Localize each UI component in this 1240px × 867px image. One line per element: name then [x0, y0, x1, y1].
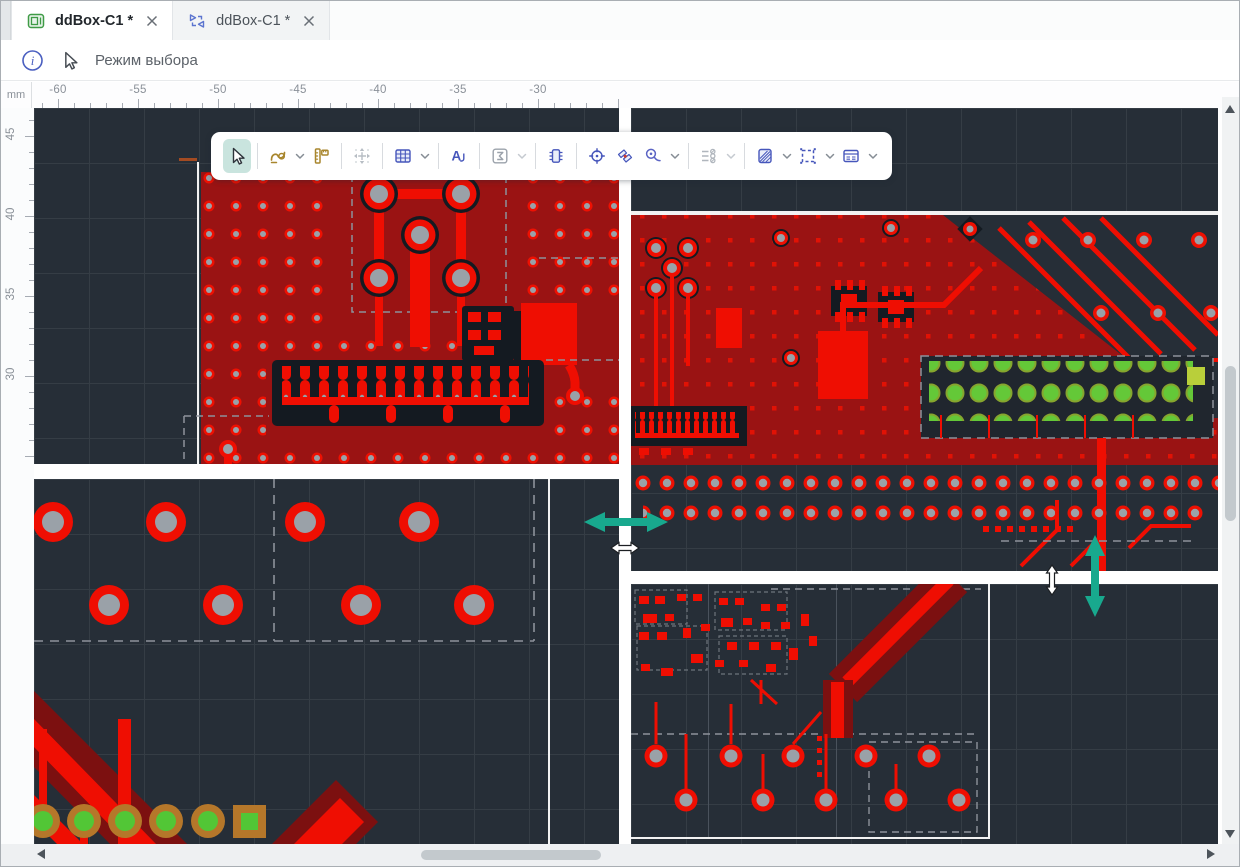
flip-icon — [615, 146, 635, 166]
text-icon: A — [449, 146, 469, 166]
grid-icon — [393, 146, 413, 166]
splitter-horizontal-right[interactable] — [631, 571, 1218, 584]
mode-bar: i Режим выбора — [1, 40, 1239, 81]
toolbar-divider — [438, 143, 439, 169]
ic-icon — [546, 146, 566, 166]
horizontal-scroll-thumb[interactable] — [421, 850, 601, 860]
chevron-down-icon[interactable] — [822, 139, 837, 173]
chevron-down-icon[interactable] — [723, 139, 738, 173]
net-tool[interactable] — [695, 139, 723, 173]
toolbar-divider — [576, 143, 577, 169]
scroll-down-icon[interactable] — [1225, 830, 1235, 838]
scroll-right-icon[interactable] — [1207, 849, 1215, 859]
cursor-icon — [227, 146, 247, 166]
pour-icon — [755, 146, 775, 166]
close-icon[interactable] — [146, 15, 158, 27]
target-icon — [587, 146, 607, 166]
select-tool[interactable] — [223, 139, 251, 173]
pcb-view-bottom-left[interactable] — [34, 479, 619, 846]
chevron-down-icon[interactable] — [779, 139, 794, 173]
text-tool[interactable]: A — [445, 139, 473, 173]
toolbar-divider — [688, 143, 689, 169]
horizontal-scrollbar[interactable] — [1, 844, 1239, 866]
chevron-down-icon[interactable] — [292, 139, 307, 173]
chevron-down-icon[interactable] — [667, 139, 682, 173]
horizontal-resize-cursor — [609, 539, 641, 557]
snap-target-tool[interactable] — [583, 139, 611, 173]
ruler-unit-label: mm — [1, 82, 32, 108]
mode-label: Режим выбора — [95, 52, 198, 69]
toolbar-divider — [341, 143, 342, 169]
floating-toolbar: A — [211, 132, 892, 180]
close-icon[interactable] — [303, 15, 315, 27]
scroll-left-icon[interactable] — [37, 849, 45, 859]
horizontal-resize-arrow — [581, 509, 671, 535]
app-window: ddBox-C1 * ddBox-C1 * i Режим выбора mm … — [0, 0, 1240, 867]
move-tool[interactable] — [348, 139, 376, 173]
toolbar-divider — [257, 143, 258, 169]
vertical-scrollbar[interactable] — [1222, 97, 1239, 846]
info-icon[interactable]: i — [21, 49, 44, 72]
zoom-tool[interactable] — [639, 139, 667, 173]
formula-tool[interactable] — [486, 139, 514, 173]
vertical-resize-arrow — [1082, 532, 1108, 620]
chevron-down-icon[interactable] — [514, 139, 529, 173]
tab-label: ddBox-C1 * — [55, 13, 133, 29]
tab-schematic-editor[interactable]: ddBox-C1 * — [173, 1, 330, 40]
panel-icon — [841, 146, 861, 166]
toolbar-divider — [744, 143, 745, 169]
move-icon — [352, 146, 372, 166]
toolbar-divider — [479, 143, 480, 169]
layer-flip-tool[interactable] — [611, 139, 639, 173]
select-cursor-icon — [59, 50, 80, 71]
tab-label: ddBox-C1 * — [216, 13, 290, 29]
route-icon — [268, 146, 288, 166]
netlist-icon — [699, 146, 719, 166]
measure-icon — [311, 146, 331, 166]
horizontal-ruler: mm -60-55-50-45-40-35-30 — [1, 82, 1239, 108]
chevron-down-icon[interactable] — [417, 139, 432, 173]
measure-tool[interactable] — [307, 139, 335, 173]
design-canvas — [34, 108, 1218, 846]
tab-pcb-editor[interactable]: ddBox-C1 * — [11, 1, 173, 40]
tab-bar-filler — [330, 1, 1239, 40]
splitter-horizontal-left[interactable] — [34, 464, 619, 479]
panel-tool[interactable] — [837, 139, 865, 173]
tab-bar: ddBox-C1 * ddBox-C1 * — [1, 1, 1239, 41]
zoom-icon — [643, 146, 663, 166]
splitter-vertical[interactable] — [619, 108, 631, 846]
schematic-icon — [187, 11, 207, 31]
svg-text:i: i — [31, 53, 35, 68]
copper-pour-tool[interactable] — [751, 139, 779, 173]
chevron-down-icon[interactable] — [865, 139, 880, 173]
grid-tool[interactable] — [389, 139, 417, 173]
vertical-ruler: 45403530 — [1, 108, 34, 846]
component-tool[interactable] — [542, 139, 570, 173]
pcb-view-bottom-right[interactable] — [631, 584, 1218, 846]
selection-area-tool[interactable] — [794, 139, 822, 173]
sigma-icon — [490, 146, 510, 166]
area-icon — [798, 146, 818, 166]
toolbar-divider — [535, 143, 536, 169]
scroll-up-icon[interactable] — [1225, 105, 1235, 113]
svg-text:A: A — [452, 149, 462, 164]
window-edge — [1, 1, 11, 40]
toolbar-divider — [382, 143, 383, 169]
vertical-resize-cursor — [1043, 563, 1061, 597]
pcb-board-icon — [26, 11, 46, 31]
route-tool[interactable] — [264, 139, 292, 173]
vertical-scroll-thumb[interactable] — [1225, 366, 1236, 521]
